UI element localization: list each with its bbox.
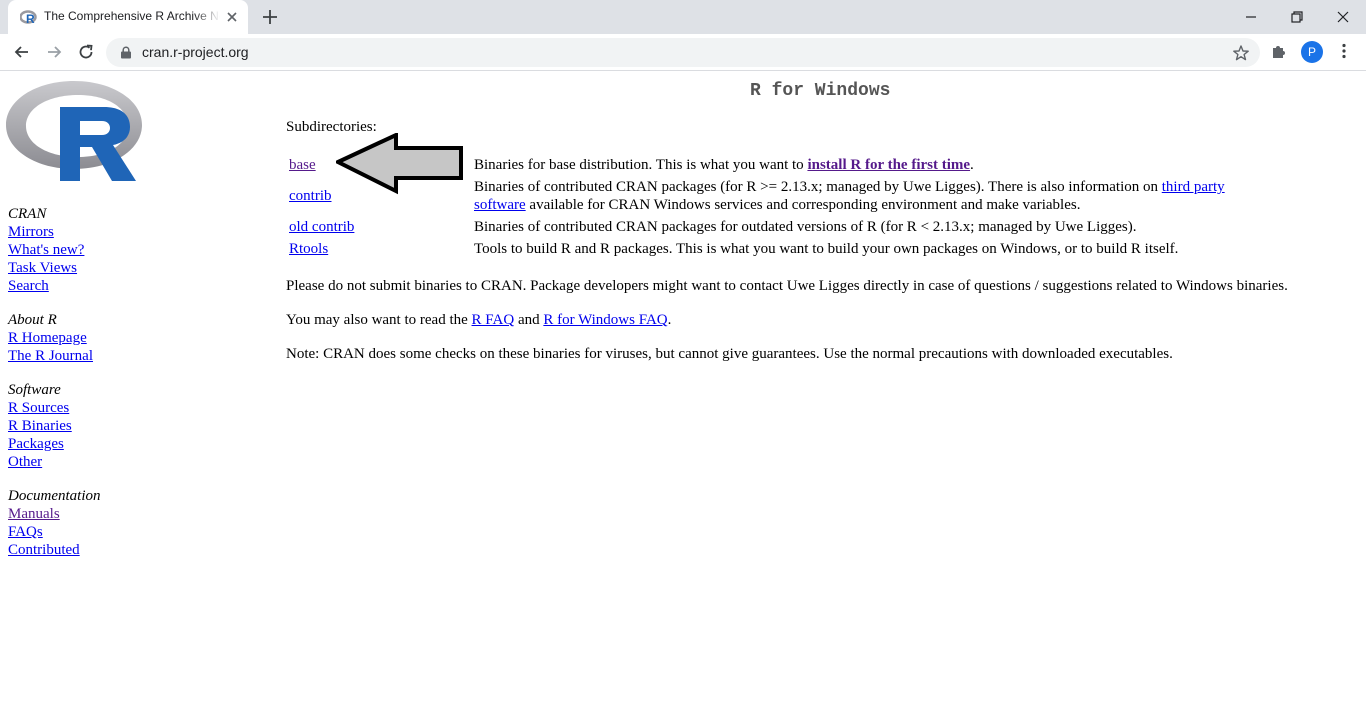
r-logo — [6, 81, 142, 181]
close-tab-icon[interactable] — [224, 9, 240, 25]
subdir-link-base[interactable]: base — [289, 156, 316, 174]
subdir-desc-text: available for CRAN Windows services and … — [525, 197, 1081, 213]
lock-icon[interactable] — [120, 46, 132, 59]
subdir-desc-base: Binaries for base distribution. This is … — [474, 156, 1254, 174]
sidebar-heading-cran: CRAN — [8, 206, 47, 222]
sidebar-link-search[interactable]: Search — [8, 277, 100, 295]
close-window-icon[interactable] — [1332, 6, 1354, 28]
bookmark-star-icon[interactable] — [1232, 44, 1250, 62]
sidebar-heading-about-r: About R — [8, 312, 57, 328]
subdir-desc-text: Binaries for base distribution. This is … — [474, 157, 808, 173]
browser-tab[interactable]: R The Comprehensive R Archive Network — [8, 0, 248, 34]
page-title: R for Windows — [750, 81, 891, 101]
sidebar-link-whats-new[interactable]: What's new? — [8, 241, 100, 259]
install-r-first-time-link[interactable]: install R for the first time — [807, 157, 970, 173]
faq-text: . — [667, 312, 672, 328]
r-windows-faq-link[interactable]: R for Windows FAQ — [543, 312, 667, 328]
sidebar: CRAN Mirrors What's new? Task Views Sear… — [8, 205, 100, 575]
url-text[interactable]: cran.r-project.org — [142, 44, 249, 60]
sidebar-link-contributed[interactable]: Contributed — [8, 541, 100, 559]
restore-icon[interactable] — [1286, 6, 1308, 28]
sidebar-heading-software: Software — [8, 382, 61, 398]
faq-text: and — [514, 312, 544, 328]
subdir-desc-old-contrib: Binaries of contributed CRAN packages fo… — [474, 219, 1137, 235]
address-bar[interactable]: cran.r-project.org — [106, 38, 1260, 67]
binaries-notice: Please do not submit binaries to CRAN. P… — [286, 278, 1288, 294]
sidebar-group-documentation: Documentation Manuals FAQs Contributed — [8, 487, 100, 559]
svg-text:R: R — [26, 12, 35, 25]
left-arrow-annotation-icon — [336, 133, 463, 195]
page-content: CRAN Mirrors What's new? Task Views Sear… — [0, 71, 1366, 728]
subdir-desc-text: . — [970, 157, 974, 173]
sidebar-group-software: Software R Sources R Binaries Packages O… — [8, 381, 100, 471]
sidebar-link-r-journal[interactable]: The R Journal — [8, 347, 100, 365]
subdir-desc-text: Binaries of contributed CRAN packages (f… — [474, 179, 1162, 195]
sidebar-group-cran: CRAN Mirrors What's new? Task Views Sear… — [8, 205, 100, 295]
extensions-puzzle-icon[interactable] — [1270, 42, 1288, 60]
sidebar-group-about-r: About R R Homepage The R Journal — [8, 311, 100, 365]
sidebar-heading-documentation: Documentation — [8, 488, 101, 504]
subdir-desc-rtools: Tools to build R and R packages. This is… — [474, 241, 1179, 257]
sidebar-link-r-homepage[interactable]: R Homepage — [8, 329, 100, 347]
kebab-menu-icon[interactable] — [1335, 42, 1353, 60]
subdir-link-rtools[interactable]: Rtools — [289, 240, 328, 258]
subdir-desc-contrib: Binaries of contributed CRAN packages (f… — [474, 178, 1254, 214]
sidebar-link-r-binaries[interactable]: R Binaries — [8, 417, 100, 435]
r-faq-link[interactable]: R FAQ — [472, 312, 515, 328]
reload-icon[interactable] — [76, 42, 96, 62]
profile-avatar[interactable]: P — [1301, 41, 1323, 63]
sidebar-link-packages[interactable]: Packages — [8, 435, 100, 453]
sidebar-link-mirrors[interactable]: Mirrors — [8, 223, 100, 241]
sidebar-link-faqs[interactable]: FAQs — [8, 523, 100, 541]
sidebar-link-r-sources[interactable]: R Sources — [8, 399, 100, 417]
sidebar-link-other[interactable]: Other — [8, 453, 100, 471]
back-icon[interactable] — [12, 42, 32, 62]
virus-note: Note: CRAN does some checks on these bin… — [286, 346, 1173, 362]
faq-text: You may also want to read the — [286, 312, 472, 328]
minimize-icon[interactable] — [1240, 6, 1262, 28]
tab-title: The Comprehensive R Archive Network — [44, 9, 220, 23]
forward-icon[interactable] — [44, 42, 64, 62]
tab-strip: R The Comprehensive R Archive Network — [0, 0, 1366, 34]
subdir-link-contrib[interactable]: contrib — [289, 187, 332, 205]
browser-toolbar: cran.r-project.org P — [0, 34, 1366, 71]
r-favicon-icon: R — [20, 10, 37, 25]
sidebar-link-manuals[interactable]: Manuals — [8, 505, 100, 523]
subdir-link-old-contrib[interactable]: old contrib — [289, 218, 354, 236]
sidebar-link-task-views[interactable]: Task Views — [8, 259, 100, 277]
faq-paragraph: You may also want to read the R FAQ and … — [286, 311, 1361, 329]
new-tab-icon[interactable] — [260, 7, 280, 27]
